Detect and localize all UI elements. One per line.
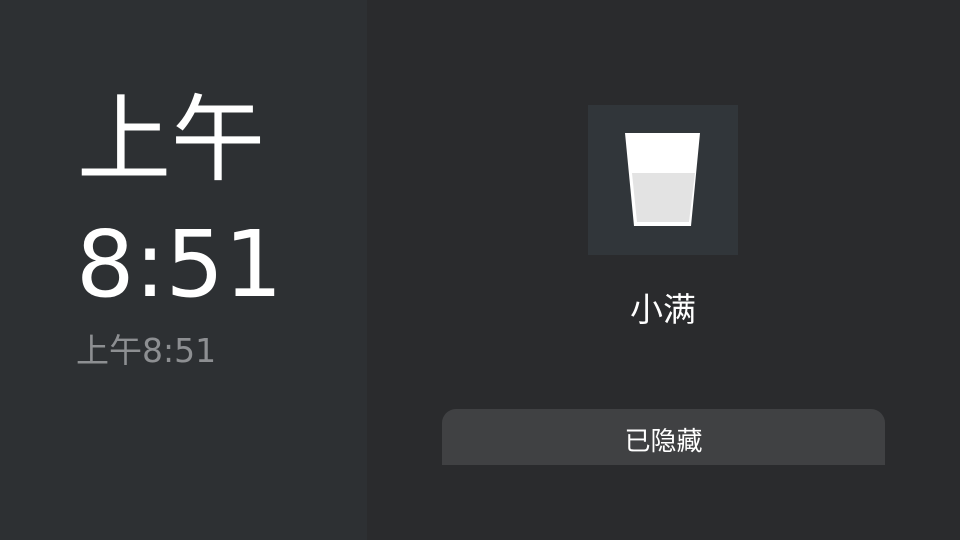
item-icon-tile[interactable] — [588, 105, 738, 255]
small-time: 上午8:51 — [76, 331, 217, 370]
time-period: 上午 — [77, 86, 266, 195]
large-time: 8:51 — [76, 211, 283, 318]
hidden-status-button[interactable]: 已隐藏 — [442, 409, 885, 465]
water-glass-icon — [625, 133, 700, 226]
screen: 上午 8:51 上午8:51 小满 已隐藏 — [0, 0, 960, 540]
glass-water-shape — [632, 173, 695, 222]
time-panel: 上午 8:51 上午8:51 — [0, 0, 367, 540]
item-name: 小满 — [630, 290, 696, 329]
